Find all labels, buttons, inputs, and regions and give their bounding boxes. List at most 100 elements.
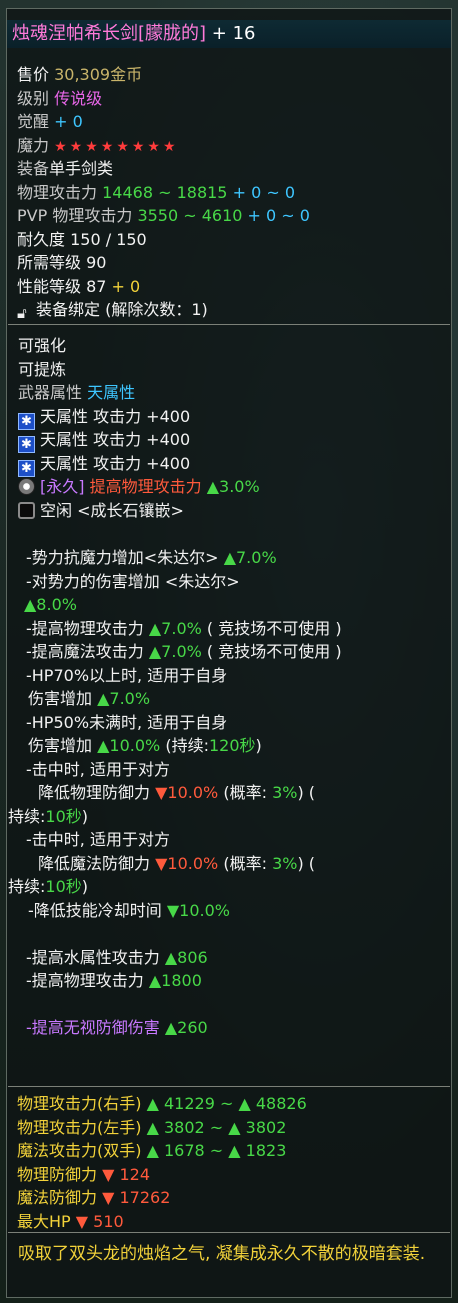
opt3-text: -提高物理攻击力 bbox=[26, 618, 144, 638]
stat-comparison: 物理攻击力(右手) ▲ 41229 ~ ▲ 48826 物理攻击力(左手) ▲ … bbox=[8, 1092, 450, 1233]
bind-status: 装备绑定 (解除次数：1) bbox=[36, 300, 208, 319]
awaken-label: 觉醒 bbox=[17, 112, 50, 131]
phys-def-value: ▼ 124 bbox=[102, 1164, 151, 1184]
opt4-text: -提高魔法攻击力 bbox=[26, 642, 144, 661]
opt11-value: ▲1800 bbox=[148, 971, 202, 990]
price-label: 售价 bbox=[17, 65, 50, 84]
sky-attribute-icon: ✱ bbox=[18, 436, 35, 453]
item-description: 吸取了双头龙的烛焰之气, 凝集成永久不散的极暗套装. bbox=[18, 1244, 426, 1264]
item-title: 烛魂涅帕希长剑[朦胧的] + 16 bbox=[12, 20, 256, 48]
opt3-value: ▲7.0% bbox=[148, 618, 202, 638]
opt10-value: ▲806 bbox=[164, 947, 208, 967]
slot-text: 空闲 <成长石镶嵌> bbox=[40, 500, 184, 520]
magic-stars: ★★★★★★★★ bbox=[54, 138, 179, 155]
item-name: 烛魂涅帕希长剑[朦胧的] bbox=[12, 23, 207, 44]
opt7-duration-end: ) bbox=[81, 806, 89, 826]
sky-attack-3: 天属性 攻击力 +400 bbox=[40, 453, 191, 473]
magic-def-label: 魔法防御力 bbox=[17, 1188, 98, 1207]
opt11-text: -提高物理攻击力 bbox=[26, 971, 144, 990]
equip-label: 装备 bbox=[17, 159, 50, 178]
opt8-line2: 降低魔法防御力 bbox=[38, 853, 151, 873]
opt3-note: ( 竞技场不可使用 ) bbox=[206, 618, 342, 638]
left-hand-value: ▲ 3802 ~ ▲ 3802 bbox=[146, 1117, 287, 1137]
perm-text: 提高物理攻击力 bbox=[89, 477, 202, 496]
opt12-text: -提高无视防御伤害 bbox=[26, 1018, 160, 1037]
sky-attribute-icon: ✱ bbox=[18, 459, 35, 477]
opt1-value: ▲7.0% bbox=[223, 548, 277, 567]
divider bbox=[8, 324, 450, 325]
sky-attribute-icon: ✱ bbox=[18, 412, 35, 430]
patk-label: 物理攻击力 bbox=[17, 182, 98, 202]
opt6-duration-label: (持续: bbox=[165, 736, 209, 755]
opt6-line2: 伤害增加 bbox=[28, 736, 93, 755]
opt6-value: ▲10.0% bbox=[97, 736, 161, 755]
opt7-prob-value: 3% bbox=[272, 783, 298, 802]
opt6-line1: -HP50%未满时, 适用于自身 bbox=[26, 712, 228, 732]
basic-info: 售价 30,309金币 级别 传说级 觉醒 + 0 魔力 ★★★★★★★★ 装备… bbox=[8, 63, 450, 322]
divider bbox=[8, 1232, 450, 1233]
opt4-note: ( 竞技场不可使用 ) bbox=[206, 642, 342, 661]
left-hand-label: 物理攻击力(左手) bbox=[17, 1117, 142, 1137]
opt5-line1: -HP70%以上时, 适用于自身 bbox=[26, 665, 228, 685]
opt2-text: -对势力的伤害增加 <朱达尔> bbox=[26, 571, 240, 591]
empty-slot-icon[interactable] bbox=[18, 501, 35, 519]
awaken-value: + 0 bbox=[54, 112, 83, 131]
opt8-duration-end: ) bbox=[81, 877, 89, 896]
opt10-text: -提高水属性攻击力 bbox=[26, 947, 160, 967]
patk-bonus: + 0 ~ 0 bbox=[232, 182, 296, 202]
opt9-text: -降低技能冷却时间 bbox=[28, 900, 162, 920]
opt8-prob-value: 3% bbox=[272, 853, 298, 873]
opt12-value: ▲260 bbox=[164, 1018, 208, 1037]
opt8-duration-label: 持续: bbox=[8, 877, 46, 896]
opt6-duration-value: 120秒 bbox=[208, 736, 256, 755]
required-level: 所需等级 90 bbox=[17, 253, 107, 272]
enhance-info: 可强化 可提炼 武器属性 天属性 ✱ 天属性 攻击力 +400 ✱ 天属性 攻击力 … bbox=[8, 334, 450, 522]
grade-label: 级别 bbox=[17, 88, 50, 108]
opt2-value: ▲8.0% bbox=[24, 595, 77, 614]
opt9-value: ▼10.0% bbox=[166, 900, 231, 920]
opt8-duration-value: 10秒 bbox=[45, 877, 82, 896]
item-enhance-level: + 16 bbox=[211, 23, 256, 44]
right-hand-label: 物理攻击力(右手) bbox=[17, 1094, 142, 1113]
opt8-prob-label: (概率: bbox=[223, 853, 267, 873]
price-value: 30,309金币 bbox=[54, 65, 143, 84]
opt5-value: ▲7.0% bbox=[97, 689, 151, 708]
patk-range: 14468 ~ 18815 bbox=[102, 182, 228, 202]
magic-attack-value: ▲ 1678 ~ ▲ 1823 bbox=[146, 1141, 287, 1160]
opt1-text: -势力抗魔力增加<朱达尔> bbox=[26, 548, 219, 567]
perm-tag: [永久] bbox=[40, 477, 85, 496]
opt7-prob-label: (概率: bbox=[223, 783, 267, 802]
can-refine: 可提炼 bbox=[18, 359, 67, 379]
opt7-value: ▼10.0% bbox=[155, 783, 219, 802]
perm-value: ▲3.0% bbox=[206, 477, 260, 496]
right-hand-value: ▲ 41229 ~ ▲ 48826 bbox=[146, 1094, 307, 1113]
divider bbox=[8, 1086, 450, 1087]
lock-icon: 🔓︎ bbox=[17, 304, 27, 322]
opt5-line2: 伤害增加 bbox=[28, 689, 93, 708]
can-enhance: 可强化 bbox=[18, 336, 67, 355]
max-hp-value: ▼ 510 bbox=[75, 1211, 124, 1231]
pvp-range: 3550 ~ 4610 bbox=[137, 206, 243, 225]
opt7-duration-value: 10秒 bbox=[45, 806, 82, 826]
pvp-label: PVP 物理攻击力 bbox=[17, 206, 133, 225]
attr-label: 武器属性 bbox=[18, 383, 83, 402]
phys-def-label: 物理防御力 bbox=[17, 1164, 98, 1184]
magic-attack-label: 魔法攻击力(双手) bbox=[17, 1141, 142, 1160]
opt7-line2: 降低物理防御力 bbox=[38, 783, 151, 802]
opt6-duration-end: ) bbox=[255, 736, 262, 755]
magic-label: 魔力 bbox=[17, 135, 50, 155]
opt7-line1: -击中时, 适用于对方 bbox=[26, 759, 170, 779]
attr-value: 天属性 bbox=[87, 383, 136, 402]
durability: 耐久度 150 / 150 bbox=[17, 229, 147, 249]
opt8-line1: -击中时, 适用于对方 bbox=[26, 830, 170, 849]
opt4-value: ▲7.0% bbox=[148, 642, 202, 661]
option-list: -势力抗魔力增加<朱达尔> ▲7.0% -对势力的伤害增加 <朱达尔> ▲8.0… bbox=[8, 546, 450, 1040]
magic-def-value: ▼ 17262 bbox=[102, 1188, 171, 1207]
opt8-prob-end: ) ( bbox=[297, 853, 316, 873]
equip-value: 单手剑类 bbox=[49, 159, 114, 178]
perf-bonus: + 0 bbox=[111, 276, 141, 296]
sky-attack-1: 天属性 攻击力 +400 bbox=[40, 406, 191, 426]
pvp-bonus: + 0 ~ 0 bbox=[247, 206, 310, 225]
grade-value: 传说级 bbox=[54, 88, 103, 108]
max-hp-label: 最大HP bbox=[17, 1211, 71, 1231]
